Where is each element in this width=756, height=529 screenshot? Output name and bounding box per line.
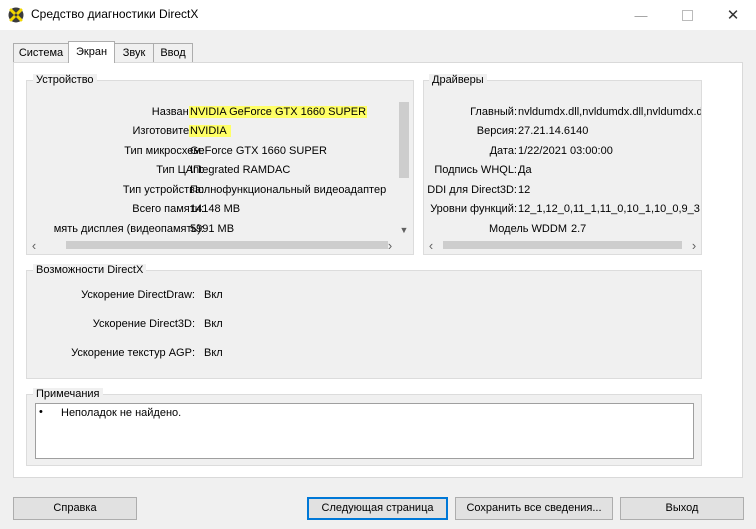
maximize-button[interactable]: [664, 0, 710, 30]
ddi-label: DDI для Direct3D:: [427, 184, 517, 196]
dac-type-value: Integrated RAMDAC: [190, 164, 291, 176]
scroll-right-arrow-icon[interactable]: ›: [687, 238, 701, 253]
tab-display[interactable]: Экран: [68, 41, 115, 63]
ddi-value: 12: [518, 184, 531, 196]
driver-date-label: Дата:: [489, 145, 517, 157]
tab-label: Экран: [75, 46, 108, 58]
drivers-group-label: Драйверы: [429, 74, 487, 86]
highlight: NVIDIA: [189, 125, 231, 137]
feature-levels-label: Уровни функций:: [430, 203, 517, 215]
direct3d-value: Вкл: [204, 318, 223, 330]
total-memory-value: 14148 MB: [190, 203, 241, 215]
agp-value: Вкл: [204, 347, 223, 359]
device-type-value: Полнофункциональный видеоадаптер: [190, 184, 387, 196]
manufacturer-value: NVIDIA: [189, 125, 231, 137]
notes-group-label: Примечания: [33, 388, 103, 400]
wddm-label: Модель WDDM: [489, 223, 567, 235]
scroll-left-arrow-icon[interactable]: ‹: [27, 238, 41, 253]
scroll-left-arrow-icon[interactable]: ‹: [424, 238, 438, 253]
bullet-icon: •: [39, 406, 43, 418]
close-icon: ✕: [726, 7, 740, 24]
help-button[interactable]: Справка: [13, 497, 137, 520]
tab-label: Ввод: [160, 47, 186, 59]
note-item: Неполадок не найдено.: [61, 407, 182, 419]
display-memory-value: 5991 MB: [190, 223, 235, 235]
chip-type-value: GeForce GTX 1660 SUPER: [190, 145, 327, 157]
driver-version-value: 27.21.14.6140: [518, 125, 589, 137]
directx-icon: [8, 7, 24, 23]
wddm-value: 2.7: [571, 223, 587, 235]
maximize-icon: [681, 9, 693, 21]
feature-levels-value: 12_1,12_0,11_1,11_0,10_1,10_0,9_3: [518, 203, 700, 215]
scroll-down-arrow-icon[interactable]: ▼: [397, 223, 411, 237]
tab-sound[interactable]: Звук: [114, 43, 154, 62]
directdraw-label: Ускорение DirectDraw:: [81, 289, 195, 301]
tab-label: Звук: [122, 47, 146, 59]
minimize-button[interactable]: ―: [618, 0, 664, 30]
whql-value: Да: [518, 164, 532, 176]
tab-input[interactable]: Ввод: [153, 43, 193, 62]
device-vertical-scroll-thumb[interactable]: [399, 102, 409, 178]
tab-label: Система: [18, 47, 64, 59]
display-memory-label: мять дисплея (видеопамять):: [53, 223, 204, 235]
direct3d-label: Ускорение Direct3D:: [92, 318, 195, 330]
driver-date-value: 1/22/2021 03:00:00: [518, 145, 613, 157]
main-driver-value: nvldumdx.dll,nvldumdx.dll,nvldumdx.d: [518, 106, 701, 118]
save-all-button[interactable]: Сохранить все сведения...: [455, 497, 613, 520]
tab-system[interactable]: Система: [13, 43, 69, 62]
main-driver-label: Главный:: [470, 106, 517, 118]
driver-version-label: Версия:: [476, 125, 517, 137]
drivers-horizontal-scroll-thumb[interactable]: [443, 241, 682, 249]
highlight: NVIDIA GeForce GTX 1660 SUPER: [189, 106, 368, 118]
exit-button[interactable]: Выход: [620, 497, 744, 520]
whql-label: Подпись WHQL:: [434, 164, 517, 176]
directx-features-group-label: Возможности DirectX: [33, 264, 147, 276]
minimize-icon: ―: [634, 7, 648, 23]
agp-label: Ускорение текстур AGP:: [71, 347, 195, 359]
close-button[interactable]: ✕: [710, 0, 756, 30]
window-title: Средство диагностики DirectX: [31, 7, 199, 21]
scroll-right-arrow-icon[interactable]: ›: [383, 238, 397, 253]
directdraw-value: Вкл: [204, 289, 223, 301]
drivers-info-list: Главный: nvldumdx.dll,nvldumdx.dll,nvldu…: [424, 102, 701, 238]
device-horizontal-scroll-thumb[interactable]: [66, 241, 388, 249]
next-page-button[interactable]: Следующая страница: [307, 497, 448, 520]
device-info-list: Название: NVIDIA GeForce GTX 1660 SUPER …: [27, 102, 397, 238]
device-name-value: NVIDIA GeForce GTX 1660 SUPER: [189, 106, 368, 118]
device-group-label: Устройство: [33, 74, 97, 86]
